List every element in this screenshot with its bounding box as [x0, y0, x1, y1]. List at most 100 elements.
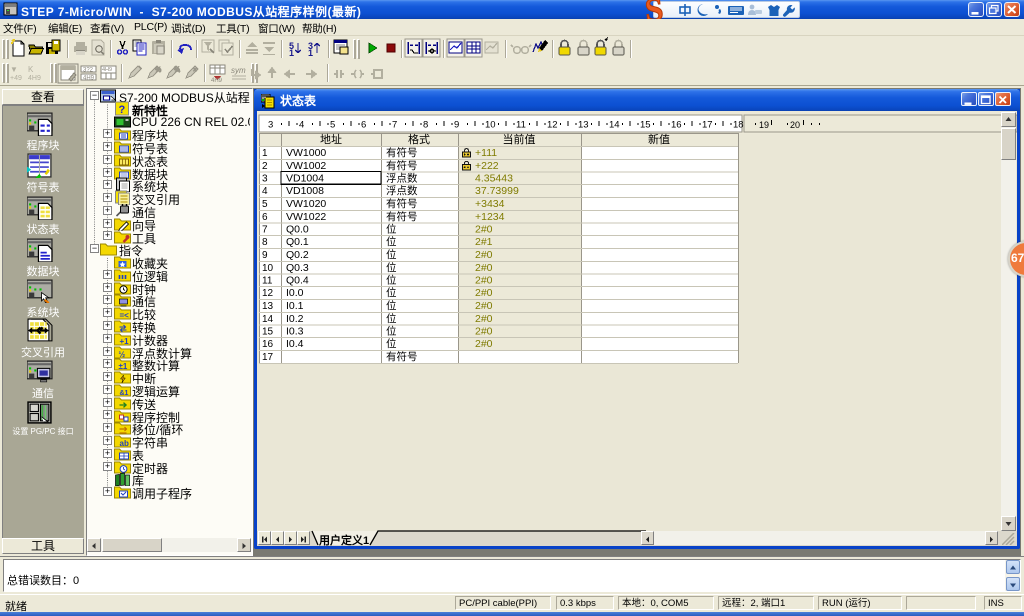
svg-text:当前值: 当前值: [503, 133, 536, 146]
svg-text:位: 位: [386, 274, 397, 287]
svg-text:2#0: 2#0: [475, 275, 493, 287]
svg-text:5: 5: [330, 120, 335, 131]
svg-text:VD1008: VD1008: [286, 185, 324, 197]
svg-text:3?2: 3?2: [83, 68, 94, 74]
svg-text:16: 16: [262, 339, 274, 350]
svg-text:37.73999: 37.73999: [475, 185, 519, 197]
svg-text:12: 12: [262, 288, 274, 299]
svg-text:位: 位: [386, 248, 397, 261]
svg-text:9: 9: [454, 120, 459, 131]
svg-text:位: 位: [386, 261, 397, 274]
svg-text:8: 8: [423, 120, 428, 131]
svg-text:2#0: 2#0: [475, 326, 493, 338]
svg-text:+3434: +3434: [475, 198, 505, 210]
svg-text:Q0.2: Q0.2: [286, 249, 309, 261]
svg-text:17: 17: [702, 120, 713, 131]
svg-text:3: 3: [268, 120, 273, 131]
svg-text:K: K: [28, 65, 34, 74]
svg-text:2#1: 2#1: [475, 236, 493, 248]
svg-text:有符号: 有符号: [386, 146, 418, 159]
svg-text:1: 1: [262, 148, 268, 159]
svg-text:15: 15: [640, 120, 651, 131]
svg-text:7: 7: [262, 225, 268, 236]
svg-text:14: 14: [262, 314, 274, 325]
svg-text:+1234: +1234: [475, 211, 505, 223]
svg-text:Q0.3: Q0.3: [286, 262, 309, 274]
svg-text:新值: 新值: [648, 133, 670, 146]
svg-text:11: 11: [516, 120, 526, 131]
svg-text:+111: +111: [475, 147, 497, 159]
svg-text:Q0.4: Q0.4: [286, 275, 309, 287]
svg-text:8: 8: [262, 237, 268, 248]
svg-text:×: ×: [193, 67, 197, 74]
svg-text:位: 位: [386, 223, 397, 236]
svg-text:VW1002: VW1002: [286, 160, 326, 172]
svg-text:有符号: 有符号: [386, 350, 418, 363]
svg-text:浮点数: 浮点数: [386, 184, 418, 197]
svg-text:+49: +49: [10, 75, 22, 82]
svg-text:位: 位: [386, 312, 397, 325]
svg-text:1: 1: [308, 48, 313, 58]
svg-text:16: 16: [671, 120, 682, 131]
svg-text:9: 9: [262, 250, 268, 261]
svg-text:有符号: 有符号: [386, 197, 418, 210]
svg-text:5: 5: [262, 199, 268, 210]
svg-text:%: %: [155, 67, 161, 74]
svg-text:15: 15: [262, 327, 274, 338]
svg-text:3: 3: [262, 174, 268, 185]
svg-text:I0.3: I0.3: [286, 326, 304, 338]
svg-text:I0.1: I0.1: [286, 300, 304, 312]
svg-text:地址: 地址: [320, 133, 342, 146]
svg-text:Q0.0: Q0.0: [286, 224, 309, 236]
svg-text:VW1020: VW1020: [286, 198, 326, 210]
svg-text:12: 12: [547, 120, 558, 131]
svg-text:10: 10: [485, 120, 496, 131]
svg-text:sym: sym: [231, 66, 246, 75]
svg-text:2: 2: [262, 161, 268, 172]
svg-text:4H9: 4H9: [211, 78, 223, 84]
svg-text:¾: ¾: [174, 67, 180, 74]
svg-text:13: 13: [262, 301, 274, 312]
svg-text:17: 17: [262, 352, 274, 363]
svg-text:4H9: 4H9: [102, 67, 112, 73]
svg-text:格式: 格式: [408, 133, 430, 146]
svg-text:浮点数: 浮点数: [386, 172, 418, 185]
svg-text:18: 18: [733, 120, 744, 131]
svg-text:2#0: 2#0: [475, 338, 493, 350]
svg-text:Q0.1: Q0.1: [286, 236, 309, 248]
svg-text:19: 19: [759, 120, 769, 130]
svg-text:20: 20: [790, 120, 800, 130]
svg-text:13: 13: [578, 120, 589, 131]
svg-text:位: 位: [386, 325, 397, 338]
svg-text:▼: ▼: [10, 65, 18, 74]
svg-text:位: 位: [386, 235, 397, 248]
svg-text:2#0: 2#0: [475, 262, 493, 274]
svg-text:7: 7: [392, 120, 397, 131]
svg-text:I0.4: I0.4: [286, 338, 304, 350]
svg-text:10: 10: [262, 263, 274, 274]
svg-text:4: 4: [299, 120, 304, 131]
svg-text:2#0: 2#0: [475, 224, 493, 236]
svg-text:位: 位: [386, 337, 397, 350]
svg-text:11: 11: [262, 276, 273, 287]
svg-text:I0.0: I0.0: [286, 287, 304, 299]
svg-text:位: 位: [386, 286, 397, 299]
svg-text:1: 1: [289, 48, 294, 58]
svg-text:+222: +222: [475, 160, 499, 172]
svg-text:4H9: 4H9: [83, 76, 95, 82]
svg-text:I0.2: I0.2: [286, 313, 304, 325]
svg-text:4H9: 4H9: [28, 75, 41, 82]
svg-text:VW1022: VW1022: [286, 211, 326, 223]
svg-text:有符号: 有符号: [386, 210, 418, 223]
svg-text:4.35443: 4.35443: [475, 173, 513, 185]
svg-text:VW1000: VW1000: [286, 147, 326, 159]
svg-text:2#0: 2#0: [475, 287, 493, 299]
svg-text:位: 位: [386, 299, 397, 312]
svg-text:2#0: 2#0: [475, 300, 493, 312]
svg-text:有符号: 有符号: [386, 159, 418, 172]
svg-text:6: 6: [361, 120, 366, 131]
svg-text:VD1004: VD1004: [286, 173, 324, 185]
svg-text:2#0: 2#0: [475, 313, 493, 325]
svg-text:14: 14: [609, 120, 620, 131]
svg-text:6: 6: [262, 212, 268, 223]
